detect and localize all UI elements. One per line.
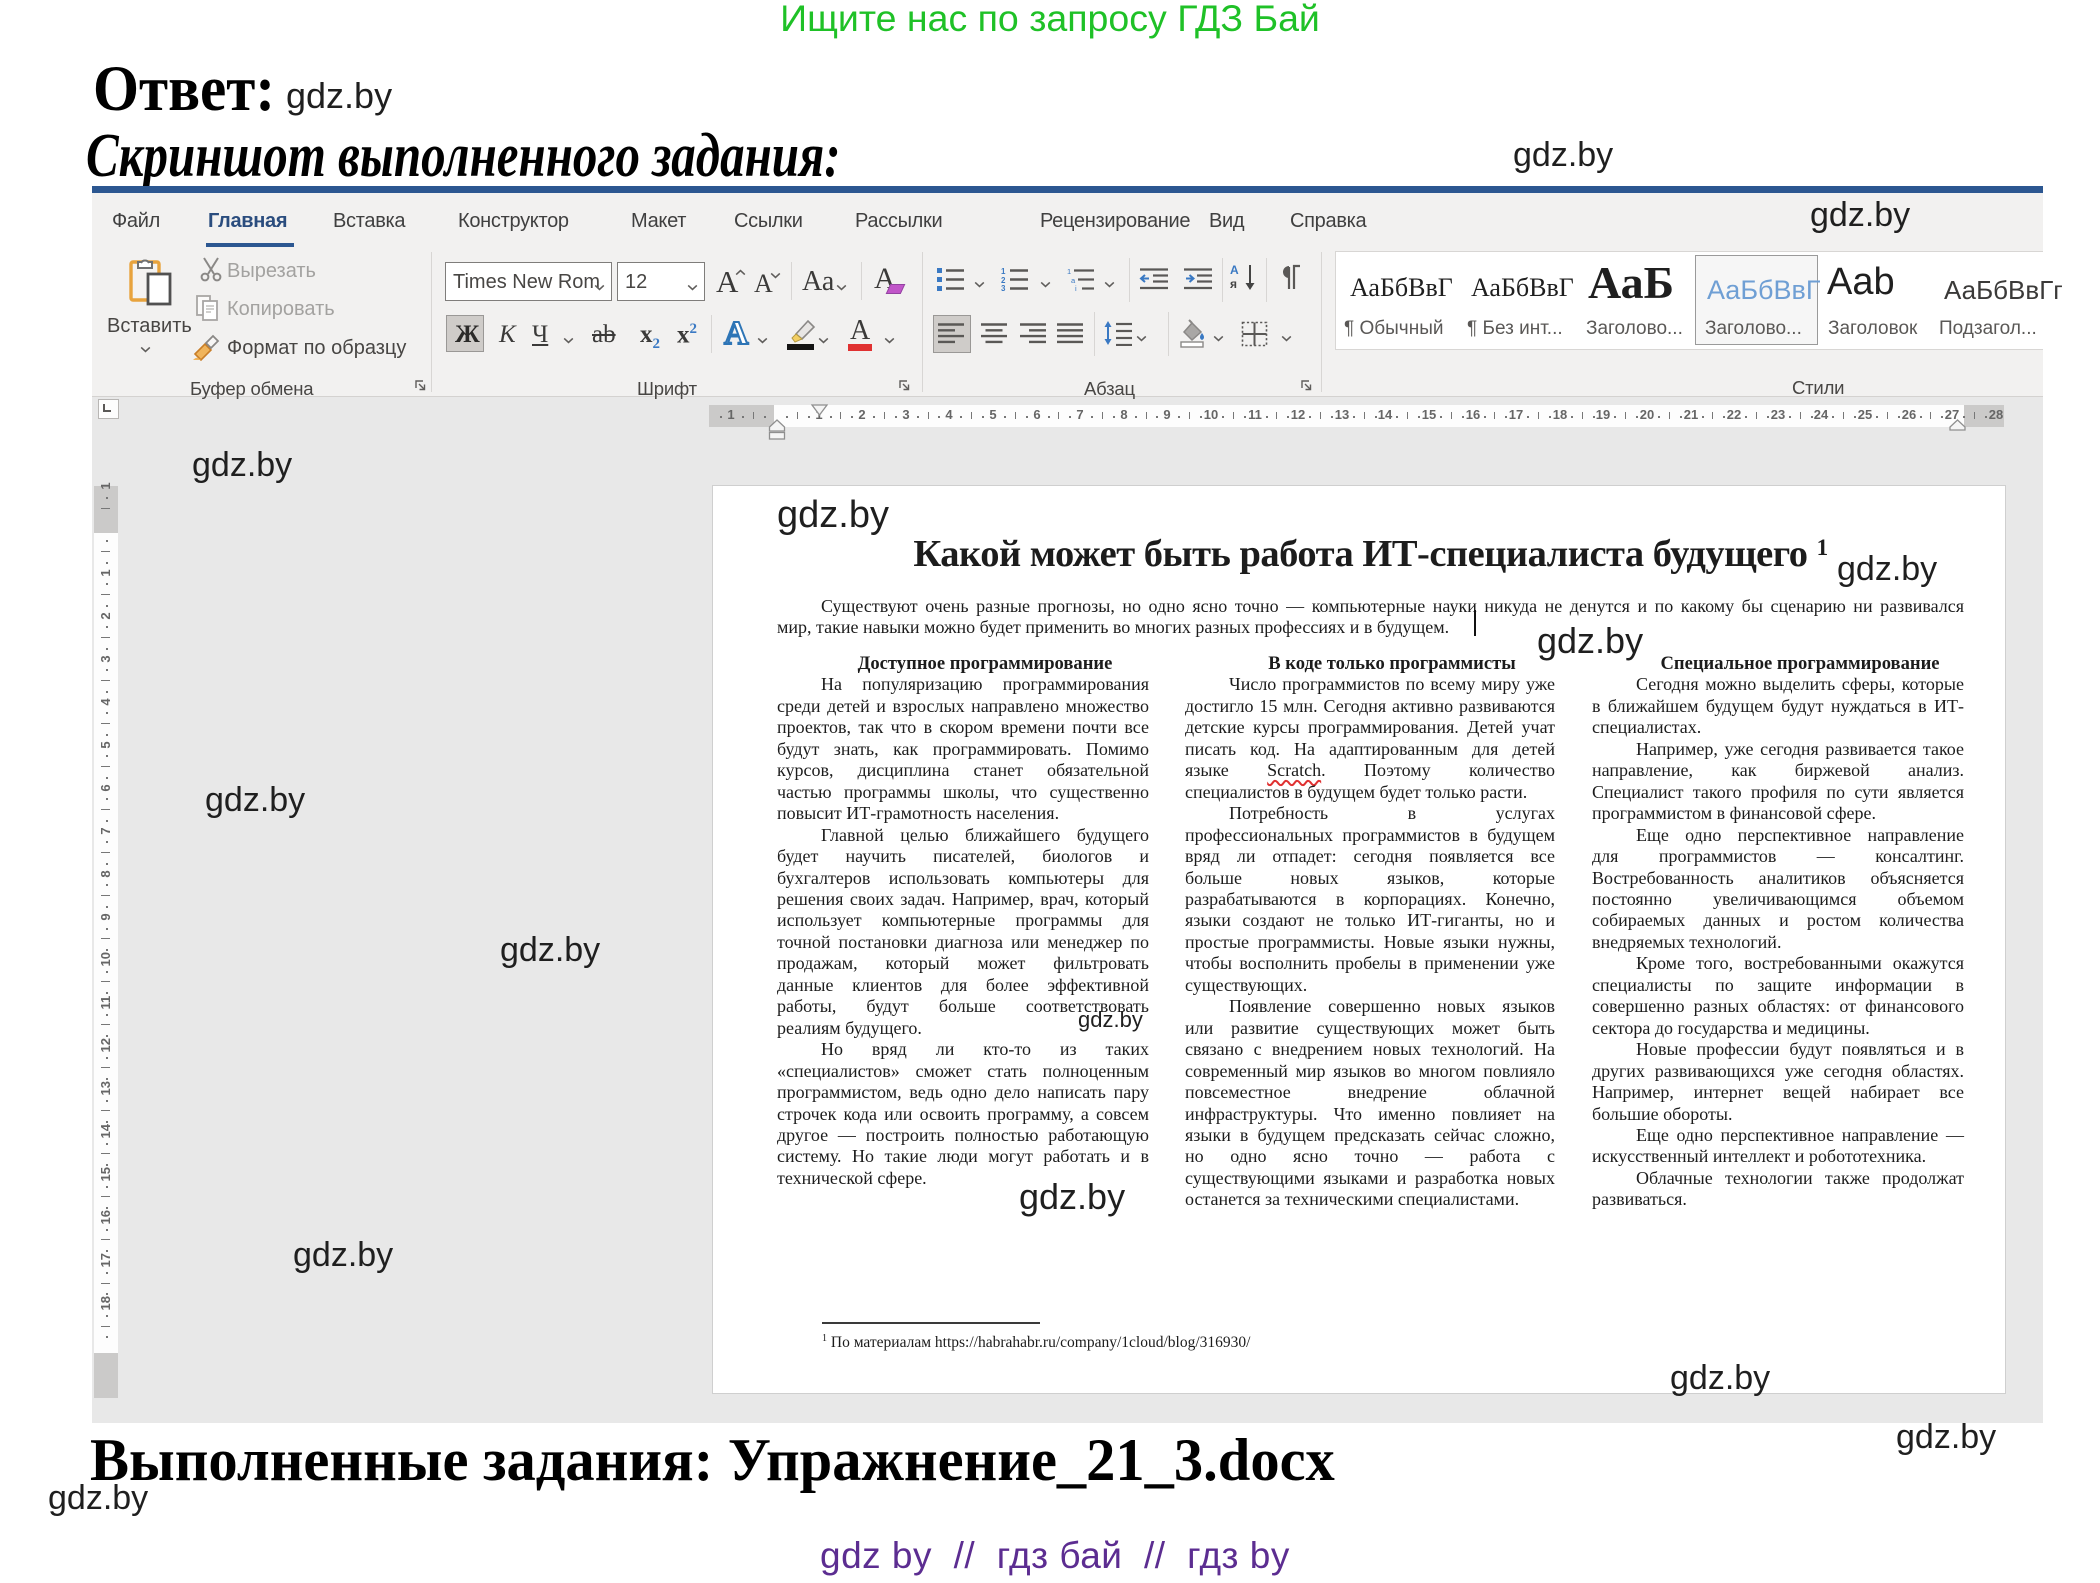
svg-text:3: 3 (1001, 284, 1006, 292)
svg-text:i: i (1075, 284, 1077, 292)
svg-text:я: я (1230, 277, 1237, 291)
svg-text:1: 1 (1067, 267, 1071, 276)
svg-text:1: 1 (1001, 267, 1006, 276)
svg-text:А: А (1230, 263, 1239, 277)
